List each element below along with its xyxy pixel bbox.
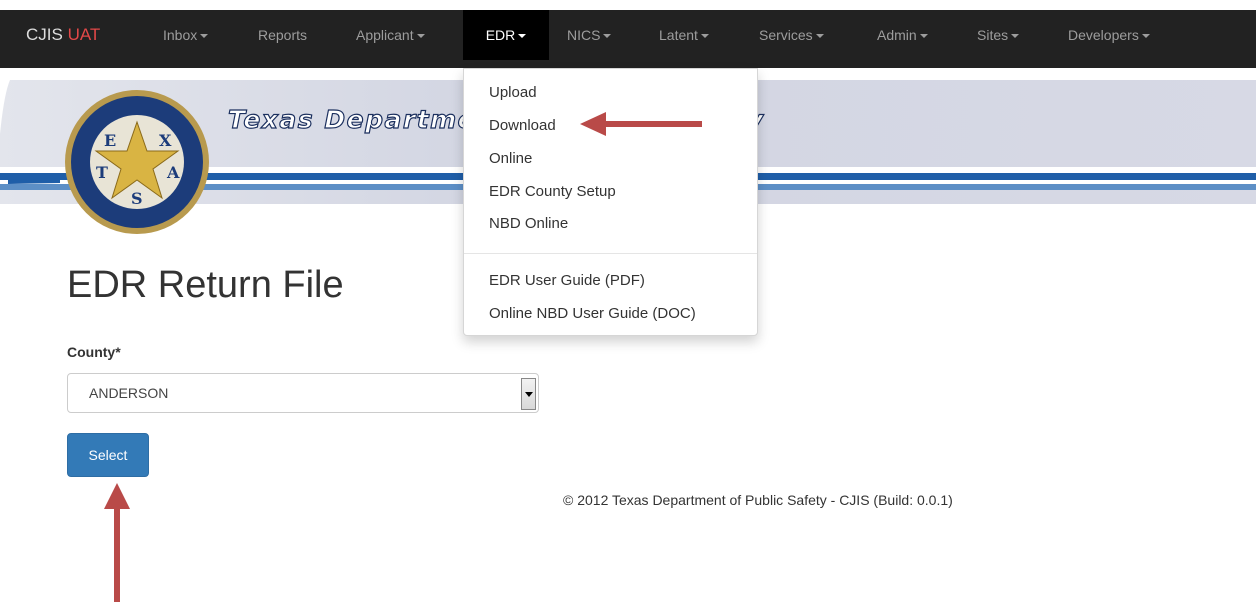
brand-link[interactable]: CJIS UAT bbox=[26, 10, 100, 60]
menu-divider bbox=[464, 253, 757, 254]
menu-item-nbd-online[interactable]: NBD Online bbox=[489, 215, 568, 232]
nav-inbox[interactable]: Inbox bbox=[163, 10, 209, 60]
chevron-down-icon bbox=[525, 392, 533, 397]
annotation-arrow-left-icon bbox=[580, 112, 702, 136]
menu-item-upload[interactable]: Upload bbox=[489, 84, 537, 101]
menu-item-online-nbd-user-guide[interactable]: Online NBD User Guide (DOC) bbox=[489, 305, 696, 322]
navbar-bar: CJIS UAT Inbox Reports Applicant EDR NIC… bbox=[0, 10, 1256, 68]
caret-down-icon bbox=[919, 34, 928, 39]
brand-environment: UAT bbox=[67, 25, 101, 44]
caret-down-icon bbox=[815, 34, 824, 39]
menu-item-edr-county-setup[interactable]: EDR County Setup bbox=[489, 183, 616, 200]
nav-admin[interactable]: Admin bbox=[877, 10, 928, 60]
edr-dropdown-menu: Upload Download Online EDR County Setup … bbox=[463, 68, 758, 336]
caret-down-icon bbox=[700, 34, 709, 39]
annotation-arrow-up-icon bbox=[104, 483, 130, 602]
footer-copyright: © 2012 Texas Department of Public Safety… bbox=[563, 492, 953, 508]
dps-seal-logo: E X T A S bbox=[65, 90, 209, 234]
menu-item-edr-user-guide[interactable]: EDR User Guide (PDF) bbox=[489, 272, 645, 289]
nav-sites[interactable]: Sites bbox=[977, 10, 1020, 60]
caret-down-icon bbox=[1011, 34, 1020, 39]
nav-reports[interactable]: Reports bbox=[258, 10, 307, 60]
caret-down-icon bbox=[416, 34, 425, 39]
page-title: EDR Return File bbox=[67, 264, 344, 306]
nav-nics[interactable]: NICS bbox=[567, 10, 612, 60]
nav-developers[interactable]: Developers bbox=[1068, 10, 1150, 60]
navbar: CJIS UAT Inbox Reports Applicant EDR NIC… bbox=[0, 0, 1256, 68]
caret-down-icon bbox=[603, 34, 612, 39]
menu-item-online[interactable]: Online bbox=[489, 150, 532, 167]
county-select-value: ANDERSON bbox=[89, 385, 169, 401]
nav-edr[interactable]: EDR bbox=[463, 10, 549, 60]
select-dropdown-button[interactable] bbox=[521, 378, 536, 410]
county-select[interactable]: ANDERSON bbox=[67, 373, 539, 413]
menu-item-download[interactable]: Download bbox=[489, 117, 556, 134]
county-label: County* bbox=[67, 344, 121, 360]
caret-down-icon bbox=[200, 34, 209, 39]
nav-latent[interactable]: Latent bbox=[659, 10, 709, 60]
seal-letter: E bbox=[104, 131, 116, 150]
caret-down-icon bbox=[1141, 34, 1150, 39]
nav-applicant[interactable]: Applicant bbox=[356, 10, 425, 60]
select-button[interactable]: Select bbox=[67, 433, 149, 477]
brand-name: CJIS bbox=[26, 25, 63, 44]
seal-letter: A bbox=[166, 163, 180, 182]
seal-letter: S bbox=[131, 189, 143, 208]
caret-down-icon bbox=[518, 34, 527, 39]
seal-letter: T bbox=[96, 163, 108, 182]
seal-letter: X bbox=[159, 131, 172, 150]
nav-services[interactable]: Services bbox=[759, 10, 824, 60]
